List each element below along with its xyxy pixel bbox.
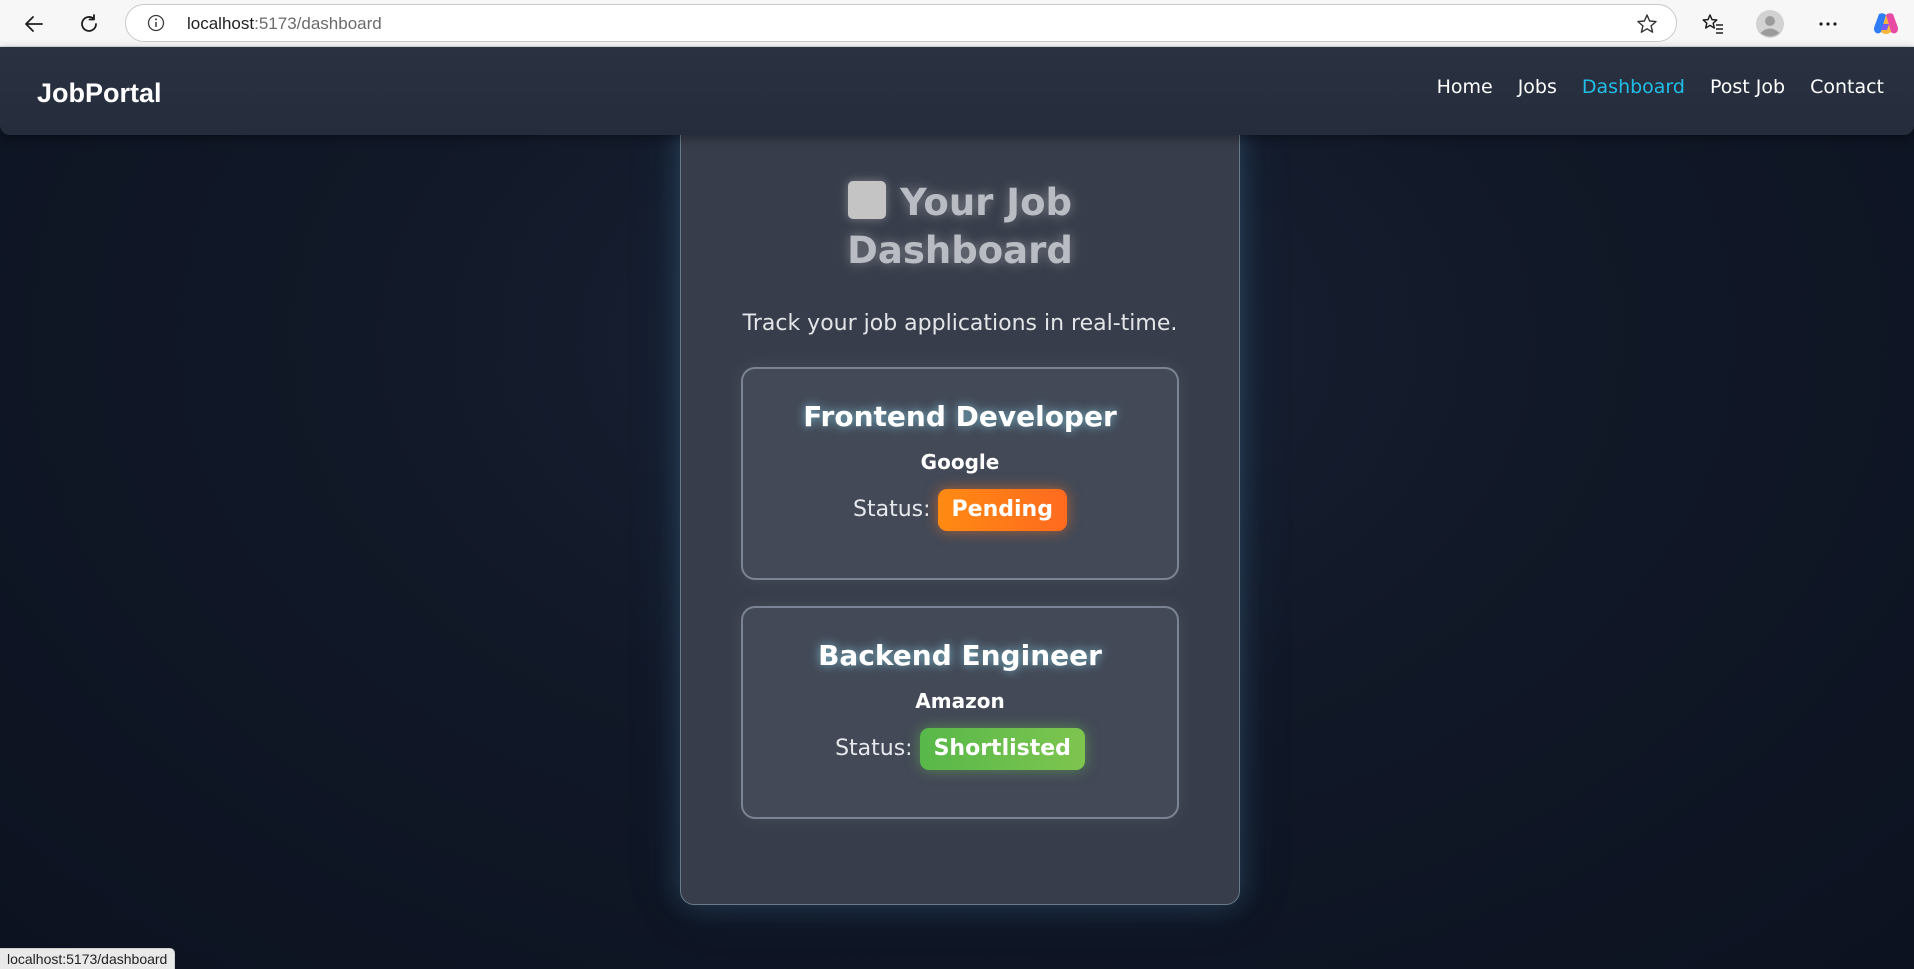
status-bar-url: localhost:5173/dashboard — [0, 948, 176, 969]
job-status-row: Status: Shortlisted — [743, 728, 1177, 770]
job-company: Google — [920, 450, 1000, 474]
app-navbar: JobPortal Home Jobs Dashboard Post Job C… — [0, 47, 1914, 135]
job-title: Backend Engineer — [818, 639, 1102, 672]
back-icon — [25, 16, 43, 32]
status-label: Status: — [853, 497, 931, 522]
reload-icon — [81, 14, 97, 32]
status-badge: Shortlisted — [919, 728, 1085, 770]
reload-button[interactable] — [72, 7, 106, 41]
status-badge: Pending — [937, 489, 1067, 531]
page-title: Your Job Dashboard — [681, 179, 1239, 275]
profile-button[interactable] — [1753, 7, 1787, 41]
nav-link-post-job[interactable]: Post Job — [1710, 72, 1785, 102]
copilot-icon — [1874, 13, 1898, 34]
application-card: Backend Engineer Amazon Status: Shortlist… — [741, 606, 1179, 819]
favorites-button[interactable] — [1696, 7, 1730, 41]
job-title: Frontend Developer — [803, 400, 1117, 433]
nav-link-home[interactable]: Home — [1437, 72, 1493, 102]
url-host: localhost — [187, 14, 255, 33]
star-icon[interactable] — [1636, 13, 1658, 35]
copilot-button[interactable] — [1869, 7, 1903, 41]
nav-links: Home Jobs Dashboard Post Job Contact — [1437, 72, 1884, 102]
dashboard-card: Your Job Dashboard Track your job applic… — [680, 118, 1240, 905]
info-icon[interactable] — [147, 14, 165, 32]
logo[interactable]: JobPortal — [37, 77, 162, 109]
nav-link-contact[interactable]: Contact — [1810, 72, 1884, 102]
more-button[interactable] — [1811, 7, 1845, 41]
address-bar[interactable]: localhost:5173/dashboard — [125, 4, 1677, 42]
title-line-2: Dashboard — [847, 229, 1073, 272]
page-subtitle: Track your job applications in real-time… — [742, 311, 1178, 336]
profile-icon — [1756, 10, 1784, 38]
nav-link-jobs[interactable]: Jobs — [1518, 72, 1557, 102]
url-text[interactable]: localhost:5173/dashboard — [187, 14, 382, 34]
title-line-1: Your Job — [900, 181, 1072, 224]
job-status-row: Status: Pending — [743, 489, 1177, 531]
favorites-icon — [1702, 14, 1723, 34]
job-company: Amazon — [915, 689, 1005, 713]
dashboard-icon — [848, 181, 887, 219]
back-button[interactable] — [17, 7, 51, 41]
url-path: :5173/dashboard — [254, 14, 382, 33]
more-icon — [1819, 22, 1837, 26]
browser-toolbar: localhost:5173/dashboard — [0, 0, 1914, 47]
nav-link-dashboard[interactable]: Dashboard — [1582, 72, 1685, 102]
status-label: Status: — [835, 736, 913, 761]
application-card: Frontend Developer Google Status: Pending — [741, 367, 1179, 580]
